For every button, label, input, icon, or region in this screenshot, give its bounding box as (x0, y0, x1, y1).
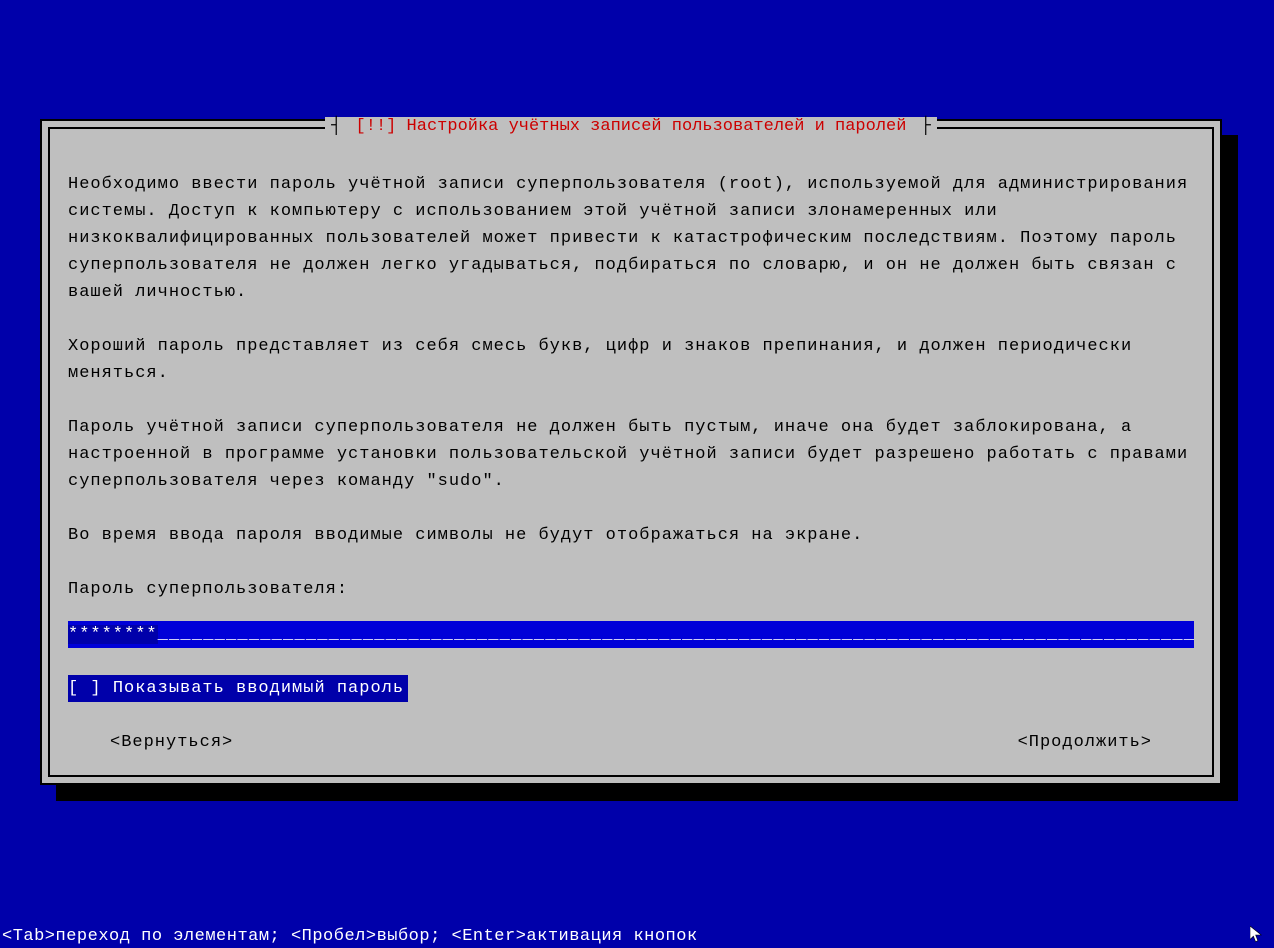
title-frame-left: ┤ (331, 117, 341, 136)
password-prompt-label: Пароль суперпользователя: (68, 576, 1194, 603)
enter-key-hint: <Enter> (452, 927, 527, 946)
title-frame-right: ├ (921, 117, 931, 136)
button-row: <Вернуться> <Продолжить> (68, 729, 1194, 756)
show-password-checkbox[interactable]: [ ] Показывать вводимый пароль (68, 675, 408, 702)
dialog-content: Необходимо ввести пароль учётной записи … (50, 129, 1212, 774)
enter-text: активация кнопок (526, 927, 697, 946)
mouse-cursor-icon (1250, 926, 1268, 944)
dialog-title-wrap: ┤ [!!] Настройка учётных записей пользов… (50, 117, 1212, 136)
tab-key-hint: <Tab> (2, 927, 56, 946)
password-masked-value: ******** (68, 625, 158, 644)
checkbox-state: [ ] (68, 679, 102, 698)
root-password-input[interactable]: ********________________________________… (68, 621, 1194, 648)
dialog-title: [!!] Настройка учётных записей пользоват… (352, 117, 911, 136)
space-key-hint: <Пробел> (291, 927, 377, 946)
paragraph-4: Во время ввода пароля вводимые символы н… (68, 522, 1194, 549)
password-fill: ________________________________________… (158, 625, 1194, 644)
installer-dialog: ┤ [!!] Настройка учётных записей пользов… (40, 119, 1222, 785)
continue-button[interactable]: <Продолжить> (1018, 729, 1152, 756)
tab-text: переход по элементам; (56, 927, 291, 946)
paragraph-1: Необходимо ввести пароль учётной записи … (68, 171, 1194, 306)
help-footer: <Tab>переход по элементам; <Пробел>выбор… (0, 925, 1274, 948)
space-text: выбор; (377, 927, 452, 946)
dialog-border: ┤ [!!] Настройка учётных записей пользов… (48, 127, 1214, 777)
paragraph-2: Хороший пароль представляет из себя смес… (68, 333, 1194, 387)
paragraph-3: Пароль учётной записи суперпользователя … (68, 414, 1194, 495)
checkbox-label: Показывать вводимый пароль (113, 679, 404, 698)
back-button[interactable]: <Вернуться> (110, 729, 233, 756)
